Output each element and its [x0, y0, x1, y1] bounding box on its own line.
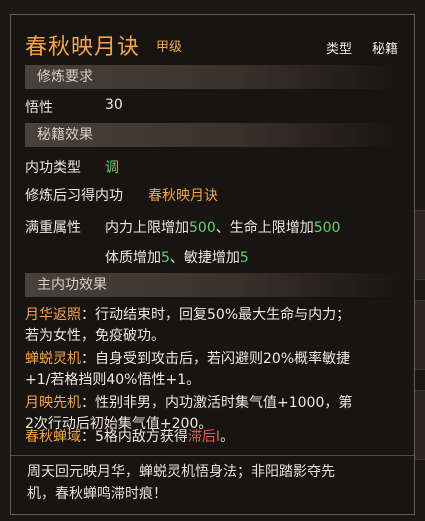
full-attr-line1: 内力上限增加500、生命上限增加500: [105, 217, 340, 237]
skill-desc-cont: +1/若格挡则40%悟性+1。: [25, 372, 201, 388]
attr-value: 500: [313, 220, 341, 236]
item-title: 春秋映月诀: [25, 35, 141, 60]
attr-name: 内力上限增加: [105, 220, 189, 236]
full-attr-label: 满重属性: [25, 220, 81, 236]
skill-name: 月华返照: [25, 307, 81, 323]
skill-name: 春秋蝉域: [25, 429, 81, 445]
skill-desc-tail: 。: [220, 429, 235, 445]
attr-value: 5: [161, 250, 170, 266]
section-main-internal: 主内功效果: [25, 273, 405, 297]
learned-value: 春秋映月诀: [148, 188, 218, 204]
req-label: 悟性: [25, 100, 53, 116]
type-value: 秘籍: [371, 42, 398, 57]
item-grade: 甲级: [156, 40, 183, 55]
skill-desc: ：性别非男，内功激活时集气值+1000，第: [81, 395, 353, 411]
skill-desc: ：行动结束时，回复50%最大生命与内力；: [81, 307, 351, 323]
req-value: 30: [105, 97, 123, 113]
skill-desc: ：5格内敌方获得: [81, 429, 188, 445]
skill-entry: 春秋蝉域：5格内敌方获得滞后Ⅰ。: [25, 427, 395, 448]
learned-label: 修炼后习得内功: [25, 188, 123, 204]
skill-entry: 月华返照：行动结束时，回复50%最大生命与内力； 若为女性，免疫破功。: [25, 305, 395, 347]
attr-name: 、敏捷增加: [169, 250, 240, 266]
item-tooltip: 春秋映月诀 甲级 类型 秘籍 修炼要求 悟性 30 秘籍效果 内功类型 调 修炼…: [10, 14, 415, 515]
type-label: 类型: [325, 42, 352, 57]
skill-name: 蝉蜕灵机: [25, 351, 81, 367]
attr-name: 、生命上限增加: [215, 220, 314, 236]
skill-name: 月映先机: [25, 395, 81, 411]
internal-type-label: 内功类型: [25, 160, 81, 176]
skill-desc-cont: 若为女性，免疫破功。: [25, 328, 165, 344]
attr-value: 500: [189, 220, 216, 236]
title-row: 春秋映月诀 甲级 类型 秘籍: [25, 29, 402, 60]
status-effect: 滞后Ⅰ: [187, 429, 221, 445]
flavor-line: 机，春秋蝉鸣滞时痕！: [27, 486, 167, 502]
internal-type-value: 调: [105, 160, 119, 176]
section-requirements: 修炼要求: [25, 65, 405, 89]
skill-desc: ：自身受到攻击后，若闪避则20%概率敏捷: [81, 351, 351, 367]
attr-name: 体质增加: [105, 250, 161, 266]
full-attr-line2: 体质增加5、敏捷增加5: [105, 247, 249, 267]
attr-value: 5: [239, 250, 249, 266]
skill-entry: 蝉蜕灵机：自身受到攻击后，若闪避则20%概率敏捷 +1/若格挡则40%悟性+1。: [25, 349, 395, 391]
flavor-text: 周天回元映月华，蝉蜕灵机悟身法；非阳踏影夺先 机，春秋蝉鸣滞时痕！: [27, 461, 387, 505]
divider: [11, 455, 414, 456]
section-book-effects: 秘籍效果: [25, 123, 405, 147]
flavor-line: 周天回元映月华，蝉蜕灵机悟身法；非阳踏影夺先: [27, 464, 335, 480]
